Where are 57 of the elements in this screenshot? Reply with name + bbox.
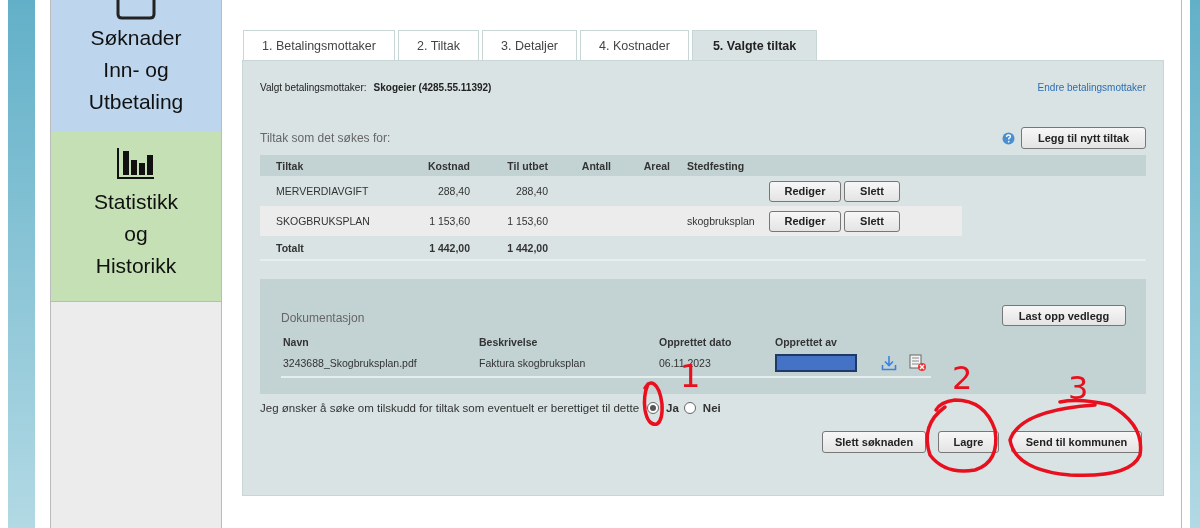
nav-label: Søknader Inn- og Utbetaling (87, 25, 185, 115)
delete-button[interactable]: Slett (844, 210, 900, 232)
table-cell-text: Faktura skogbruksplan (479, 357, 587, 369)
radio-label: Ja (666, 402, 679, 414)
table-cell-text: 3243688_Skogbruksplan.pdf (282, 357, 418, 369)
column-header: Beskrivelse (479, 336, 539, 348)
table-cell: 1 153,60 (429, 215, 470, 227)
column-header: Opprettet dato (659, 336, 733, 348)
bar-chart-icon (116, 148, 156, 180)
tab[interactable]: 2. Tiltak (397, 30, 480, 60)
column-header: Areal (642, 159, 670, 172)
total-cell: 1 442,00 (429, 241, 470, 254)
tray-icon (115, 0, 157, 20)
column-header: Tiltak (275, 159, 305, 172)
total-cell: 1 442,00 (507, 241, 548, 254)
column-header: Kostnad (427, 159, 470, 172)
action-button[interactable]: Slett søknaden (822, 431, 926, 453)
radio-label: Nei (702, 402, 721, 414)
tab[interactable]: 4. Kostnader (580, 30, 689, 60)
table-cell: skogbruksplan (687, 215, 755, 227)
tab[interactable]: 5. Valgte tiltak (691, 30, 818, 60)
column-header: Stedfesting (686, 159, 746, 172)
table-cell: 288,40 (515, 185, 548, 197)
table-cell: MERVERDIAVGIFT (276, 185, 369, 197)
recipient-value: Skogeier (4285.55.11392) (373, 82, 492, 93)
column-header: Opprettet av (775, 336, 838, 348)
nav-label: Statistikk og Historikk (93, 189, 179, 279)
change-recipient-link[interactable]: Endre betalingsmottaker (1037, 82, 1146, 93)
action-button[interactable]: Lagre (938, 431, 999, 453)
upload-button[interactable]: Last opp vedlegg (1002, 305, 1126, 326)
add-measure-button[interactable]: Legg til nytt tiltak (1021, 127, 1146, 149)
annotation-number: 3 (1068, 372, 1089, 404)
recipient-label: Valgt betalingsmottaker: (260, 82, 367, 93)
section-title: Tiltak som det søkes for: (260, 131, 391, 145)
radio-button[interactable] (647, 402, 660, 414)
question-text: Jeg ønsker å søke om tilskudd for tiltak som eventuelt er berettiget til dette (260, 402, 640, 414)
total-cell: Totalt (276, 241, 304, 254)
table-cell: 288,40 (437, 185, 470, 197)
delete-file-icon[interactable] (909, 354, 927, 372)
delete-button[interactable]: Slett (844, 180, 900, 202)
nav-tile[interactable]: Søknader Inn- og Utbetaling (51, 0, 221, 132)
table-cell: SKOGBRUKSPLAN (276, 215, 370, 227)
edit-button[interactable]: Rediger (769, 210, 841, 232)
column-header: Til utbet (506, 159, 548, 172)
tab[interactable]: 1. Betalingsmottaker (243, 30, 395, 60)
edit-button[interactable]: Rediger (769, 180, 841, 202)
download-icon[interactable] (881, 355, 897, 371)
section-title: Dokumentasjon (281, 310, 365, 325)
annotation-number: 2 (952, 362, 973, 394)
action-button[interactable]: Send til kommunen (1011, 431, 1142, 453)
help-icon[interactable] (1002, 131, 1015, 145)
table-cell: 1 153,60 (507, 215, 548, 227)
nav-tile[interactable]: Statistikk og Historikk (51, 132, 221, 302)
tab[interactable]: 3. Detaljer (482, 30, 577, 60)
column-header: Antall (580, 159, 611, 172)
column-header: Navn (282, 336, 310, 348)
radio-button[interactable] (683, 402, 696, 414)
